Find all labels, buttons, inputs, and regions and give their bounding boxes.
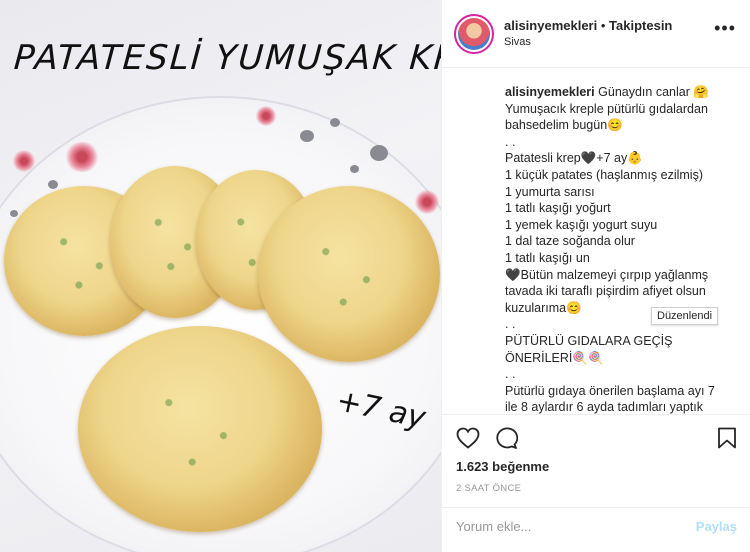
caption-line: 1 küçük patates (haşlanmış ezilmiş) — [505, 167, 703, 182]
caption-line: 1 tatlı kaşığı un — [505, 250, 590, 265]
caption-line: tavada iki taraflı pişirdim afiyet olsun — [505, 284, 706, 299]
more-dots-icon[interactable]: ••• — [714, 18, 736, 39]
post-comment-button[interactable]: Paylaş — [696, 519, 737, 534]
comment-bar: Paylaş — [442, 507, 750, 545]
post-header: alisinyemekleri • Takiptesin Sivas ••• — [442, 0, 750, 68]
plate-flower — [414, 190, 440, 214]
location-link[interactable]: Sivas — [504, 35, 672, 50]
caption-line: Pütürlü gıdaya önerilen başlama ayı 7 — [505, 383, 715, 398]
caption-line: Patatesli krep🖤+7 ay👶 — [505, 151, 643, 166]
header-separator: • — [600, 18, 606, 34]
caption-line: . . — [505, 134, 516, 149]
plate-dot — [330, 118, 340, 127]
likes-count[interactable]: 1.623 beğenme — [456, 459, 549, 474]
header-username[interactable]: alisinyemekleri — [504, 18, 597, 33]
post-photo[interactable]: PATATESLİ YUMUŞAK KREP +7 ay — [0, 0, 441, 552]
plate-dot — [10, 210, 18, 217]
post-timestamp[interactable]: 2 SAAT ÖNCE — [456, 483, 521, 494]
plate-dot — [300, 130, 314, 142]
caption-line: Günaydın canlar 🤗 — [598, 85, 709, 99]
comment-input[interactable] — [456, 519, 666, 534]
caption-line: 1 yemek kaşığı yogurt suyu — [505, 217, 658, 232]
plate-flower — [12, 150, 36, 172]
plate-flower — [64, 142, 100, 172]
caption-line: bahsedelim bugün😊 — [505, 118, 623, 133]
caption: alisinyemekleri Günaydın canlar 🤗 Yumuşa… — [505, 84, 738, 414]
pancake — [258, 186, 440, 362]
caption-line: ile 8 aylardır 6 ayda tadımları yaptık — [505, 400, 704, 414]
pancake — [78, 326, 322, 532]
caption-line: 1 dal taze soğanda olur — [505, 234, 635, 249]
heart-icon[interactable] — [456, 427, 480, 449]
post-sidebar: alisinyemekleri • Takiptesin Sivas ••• a… — [441, 0, 750, 552]
caption-line: 1 tatlı kaşığı yoğurt — [505, 201, 611, 216]
caption-line: 🖤Bütün malzemeyi çırpıp yağlanmş — [505, 267, 709, 282]
caption-line: 1 yumurta sarısı — [505, 184, 595, 199]
plate-flower — [255, 106, 277, 126]
caption-line: PÜTÜRLÜ GIDALARA GEÇİŞ — [505, 333, 673, 348]
caption-username[interactable]: alisinyemekleri — [505, 85, 595, 99]
avatar[interactable] — [454, 13, 494, 54]
comment-icon[interactable] — [494, 427, 518, 449]
post-actions: 1.623 beğenme 2 SAAT ÖNCE Paylaş — [442, 414, 750, 544]
bookmark-icon[interactable] — [717, 427, 737, 449]
plate-dot — [48, 180, 58, 189]
plate-dot — [350, 165, 359, 173]
caption-line: Yumuşacık kreple pütürlü gıdalardan — [505, 101, 708, 116]
follow-status[interactable]: Takiptesin — [609, 18, 672, 33]
photo-title: PATATESLİ YUMUŞAK KREP — [12, 38, 441, 78]
plate-dot — [370, 145, 388, 161]
caption-line: . . — [505, 367, 516, 382]
edited-tooltip: Düzenlendi — [651, 307, 719, 325]
caption-line: ÖNERİLERİ🍭🍭 — [505, 350, 604, 365]
